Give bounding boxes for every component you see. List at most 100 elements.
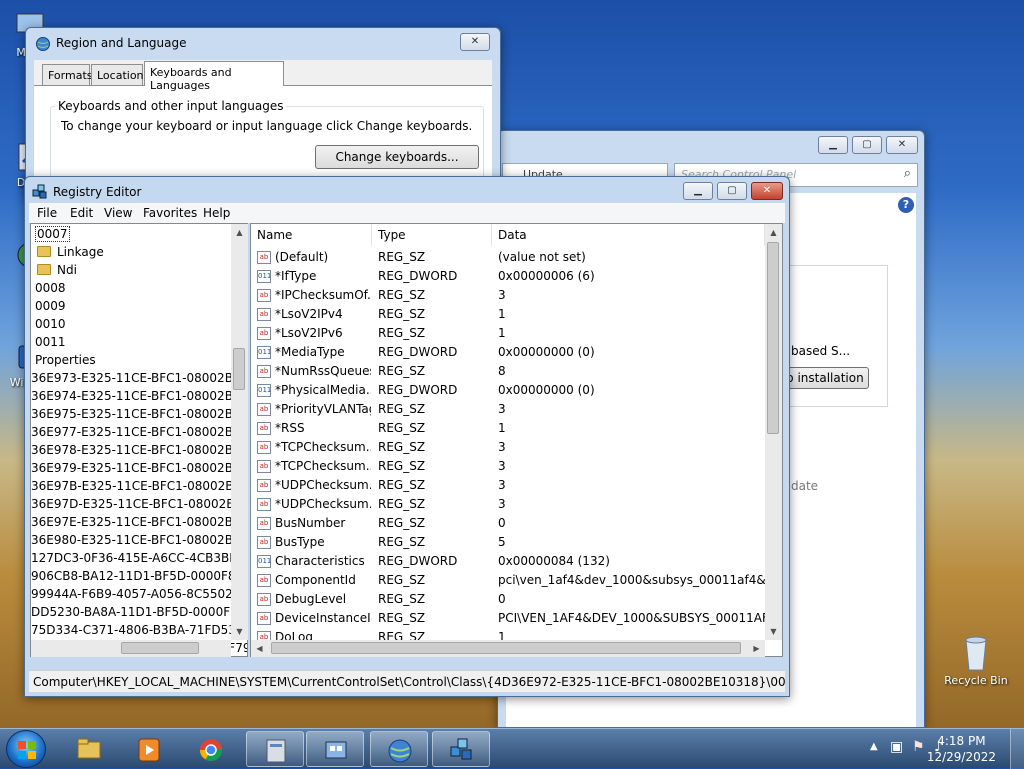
start-button[interactable] xyxy=(6,730,46,768)
tab-location[interactable]: Location xyxy=(91,64,144,86)
tree-node[interactable]: 906CB8-BA12-11D1-BF5D-0000F805F5 xyxy=(31,567,247,585)
close-button[interactable]: ✕ xyxy=(886,136,918,154)
scroll-up-arrow[interactable]: ▲ xyxy=(765,224,782,241)
registry-value-row[interactable]: ab BusNumber REG_SZ 0 xyxy=(251,514,761,533)
registry-value-row[interactable]: 011 *IfType REG_DWORD 0x00000006 (6) xyxy=(251,267,761,286)
registry-value-row[interactable]: ab *LsoV2IPv4 REG_SZ 1 xyxy=(251,305,761,324)
tree-node[interactable]: 36E974-E325-11CE-BFC1-08002BE103 xyxy=(31,387,247,405)
registry-value-row[interactable]: ab ComponentId REG_SZ pci\ven_1af4&dev_1000… xyxy=(251,571,766,590)
taskbar-button-media-player[interactable] xyxy=(120,731,178,767)
list-horizontal-scrollbar[interactable]: ◀ ▶ xyxy=(251,640,765,657)
menu-file[interactable]: File xyxy=(37,206,57,220)
close-button[interactable]: ✕ xyxy=(460,33,490,51)
close-button[interactable]: ✕ xyxy=(751,182,783,200)
scroll-down-arrow[interactable]: ▼ xyxy=(231,623,248,640)
tree-vertical-scrollbar[interactable]: ▲ ▼ xyxy=(231,224,248,640)
window-title: Region and Language xyxy=(56,36,187,50)
minimize-button[interactable]: ▁ xyxy=(683,182,713,200)
taskbar-button-globe[interactable] xyxy=(370,731,428,767)
recycle-bin-icon xyxy=(965,636,987,671)
registry-value-row[interactable]: ab (Default) REG_SZ (value not set) xyxy=(251,248,761,267)
registry-value-row[interactable]: ab *NumRssQueues REG_SZ 8 xyxy=(251,362,761,381)
scroll-thumb[interactable] xyxy=(271,642,741,654)
scroll-thumb[interactable] xyxy=(233,348,245,390)
registry-values-list[interactable]: Name Type Data ab (Default) REG_SZ (value n… xyxy=(250,223,783,657)
tree-node[interactable]: 36E978-E325-11CE-BFC1-08002BE103 xyxy=(31,441,247,459)
registry-value-row[interactable]: ab *TCPChecksum... REG_SZ 3 xyxy=(251,438,761,457)
tree-node[interactable]: 0008 xyxy=(35,279,66,297)
column-header-data[interactable]: Data xyxy=(492,224,765,246)
network-icon[interactable]: ▣ xyxy=(890,739,903,755)
registry-value-row[interactable]: ab *PriorityVLANTag REG_SZ 3 xyxy=(251,400,761,419)
tree-node[interactable]: 99944A-F6B9-4057-A056-8C55022854 xyxy=(31,585,247,603)
action-center-icon[interactable]: ⚑ xyxy=(912,739,925,755)
tree-node[interactable]: 75D334-C371-4806-B3BA-71FD53C925 xyxy=(31,621,247,639)
tree-node[interactable]: 0010 xyxy=(35,315,66,333)
tree-node[interactable]: 36E977-E325-11CE-BFC1-08002BE103 xyxy=(31,423,247,441)
scroll-thumb[interactable] xyxy=(767,242,779,434)
tree-node[interactable]: Properties xyxy=(35,351,96,369)
taskbar-button-chrome[interactable] xyxy=(182,731,240,767)
registry-value-row[interactable]: 011 *MediaType REG_DWORD 0x00000000 (0) xyxy=(251,343,761,362)
tab-formats[interactable]: Formats xyxy=(42,64,93,86)
scroll-up-arrow[interactable]: ▲ xyxy=(231,224,248,241)
registry-value-row[interactable]: ab *UDPChecksum... REG_SZ 3 xyxy=(251,476,761,495)
value-type: REG_SZ xyxy=(378,611,426,625)
maximize-button[interactable]: ▢ xyxy=(717,182,747,200)
tree-node[interactable]: 36E97D-E325-11CE-BFC1-08002BE103 xyxy=(31,495,247,513)
scroll-left-arrow[interactable]: ◀ xyxy=(251,640,268,657)
tree-node[interactable]: 0007 xyxy=(35,225,70,243)
menu-favorites[interactable]: Favorites xyxy=(143,206,197,220)
install-button[interactable]: o installation xyxy=(781,367,869,389)
registry-value-row[interactable]: 011 *PhysicalMedia... REG_DWORD 0x00000000 … xyxy=(251,381,761,400)
tree-node[interactable]: Ndi xyxy=(37,261,77,279)
column-header-type[interactable]: Type xyxy=(372,224,492,246)
tree-node[interactable]: 127DC3-0F36-415E-A6CC-4CB3BE910 xyxy=(31,549,247,567)
registry-value-row[interactable]: ab *IPChecksumOf... REG_SZ 3 xyxy=(251,286,761,305)
tree-node[interactable]: Linkage xyxy=(37,243,104,261)
show-hidden-icons-arrow[interactable]: ▲ xyxy=(870,741,878,752)
taskbar-button-region-language[interactable] xyxy=(306,731,364,767)
tree-node[interactable]: 36E980-E325-11CE-BFC1-08002BE103 xyxy=(31,531,247,549)
help-icon[interactable]: ? xyxy=(898,197,914,213)
clock[interactable]: 4:18 PM 12/29/2022 xyxy=(927,733,996,765)
taskbar-button-regedit[interactable] xyxy=(432,731,490,767)
list-vertical-scrollbar[interactable]: ▲ ▼ xyxy=(765,224,782,640)
taskbar-button-control-panel[interactable] xyxy=(246,731,304,767)
tab-keyboards-languages[interactable]: Keyboards and Languages xyxy=(144,61,284,92)
registry-value-row[interactable]: ab *LsoV2IPv6 REG_SZ 1 xyxy=(251,324,761,343)
registry-value-row[interactable]: 011 Characteristics REG_DWORD 0x00000084 (1… xyxy=(251,552,761,571)
scroll-right-arrow[interactable]: ▶ xyxy=(748,640,765,657)
registry-value-row[interactable]: ab *TCPChecksum... REG_SZ 3 xyxy=(251,457,761,476)
menu-edit[interactable]: Edit xyxy=(70,206,93,220)
minimize-button[interactable]: ▁ xyxy=(818,136,848,154)
tree-node[interactable]: 0009 xyxy=(35,297,66,315)
taskbar-button-explorer[interactable] xyxy=(60,731,118,767)
value-type: REG_SZ xyxy=(378,250,426,264)
registry-tree[interactable]: 0007 Linkage Ndi 0008 0009 0010 0011 Properties… xyxy=(30,223,248,657)
registry-value-row[interactable]: ab DebugLevel REG_SZ 0 xyxy=(251,590,761,609)
menu-view[interactable]: View xyxy=(104,206,132,220)
registry-value-row[interactable]: ab *UDPChecksum... REG_SZ 3 xyxy=(251,495,761,514)
change-keyboards-button[interactable]: Change keyboards... xyxy=(315,145,479,169)
tree-node[interactable]: 36E979-E325-11CE-BFC1-08002BE103 xyxy=(31,459,247,477)
registry-value-row[interactable]: ab DeviceInstanceID REG_SZ PCI\VEN_1AF4&DEV… xyxy=(251,609,766,628)
registry-value-row[interactable]: ab BusType REG_SZ 5 xyxy=(251,533,761,552)
tree-node[interactable]: 36E973-E325-11CE-BFC1-08002BE103 xyxy=(31,369,247,387)
string-value-icon: ab xyxy=(257,479,271,492)
tree-node[interactable]: 36E97E-E325-11CE-BFC1-08002BE103 xyxy=(31,513,247,531)
tree-node[interactable]: 0011 xyxy=(35,333,66,351)
tree-horizontal-scrollbar[interactable] xyxy=(31,640,231,657)
scroll-thumb[interactable] xyxy=(121,642,199,654)
column-header-name[interactable]: Name xyxy=(251,224,372,246)
desktop-icon-recycle-bin[interactable]: Recycle Bin xyxy=(940,632,1012,687)
show-desktop-button[interactable] xyxy=(1010,729,1024,769)
registry-value-row[interactable]: ab *RSS REG_SZ 1 xyxy=(251,419,761,438)
tree-node[interactable]: 36E97B-E325-11CE-BFC1-08002BE103 xyxy=(31,477,247,495)
value-name: (Default) xyxy=(275,250,329,264)
tree-node[interactable]: DD5230-BA8A-11D1-BF5D-0000F805F xyxy=(31,603,247,621)
maximize-button[interactable]: ▢ xyxy=(852,136,882,154)
menu-help[interactable]: Help xyxy=(203,206,230,220)
scroll-down-arrow[interactable]: ▼ xyxy=(765,623,782,640)
tree-node[interactable]: 36E975-E325-11CE-BFC1-08002BE103 xyxy=(31,405,247,423)
